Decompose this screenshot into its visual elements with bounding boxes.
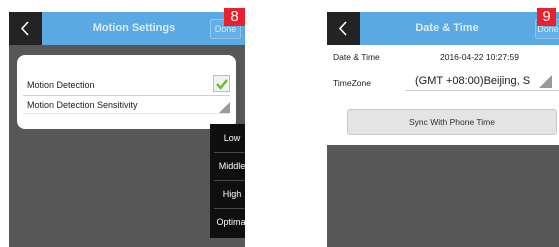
motion-detection-checkbox[interactable]	[213, 75, 230, 92]
step-badge: 8	[224, 8, 245, 26]
timezone-underline	[405, 90, 559, 91]
date-time-label: Date & Time	[333, 52, 380, 62]
timezone-label: TimeZone	[333, 78, 371, 88]
page-title: Motion Settings	[92, 22, 176, 34]
chevron-left-icon	[20, 21, 29, 36]
checkmark-icon	[216, 79, 228, 90]
dropdown-option-low[interactable]: Low	[210, 124, 245, 152]
date-time-value: 2016-04-22 10:27:59	[440, 52, 519, 62]
row-divider	[23, 95, 230, 96]
title-bar: Motion Settings Done	[9, 12, 245, 45]
dropdown-option-middle[interactable]: Middle	[210, 152, 245, 180]
timezone-select[interactable]: (GMT +08:00)Beijing, S	[415, 75, 530, 87]
back-button[interactable]	[9, 12, 42, 45]
date-time-screen: Date & Time Done Date & Time 2016-04-22 …	[327, 12, 559, 247]
row-divider	[23, 113, 230, 114]
date-time-panel: Date & Time 2016-04-22 10:27:59 TimeZone…	[327, 45, 559, 145]
page-title: Date & Time	[415, 22, 479, 34]
motion-settings-screen: Motion Settings Done Motion Detection Mo…	[9, 12, 245, 247]
sync-with-phone-time-button[interactable]: Sync With Phone Time	[347, 109, 557, 135]
dropdown-option-high[interactable]: High	[210, 180, 245, 208]
back-button[interactable]	[327, 12, 360, 45]
motion-settings-card: Motion Detection Motion Detection Sensit…	[17, 55, 236, 129]
dropdown-option-optimal[interactable]: Optimal	[210, 208, 245, 236]
step-badge: 9	[537, 8, 556, 26]
sensitivity-dropdown: Low Middle High Optimal	[210, 124, 245, 238]
motion-detection-label: Motion Detection	[27, 80, 95, 90]
title-bar: Date & Time Done	[327, 12, 559, 45]
sensitivity-label[interactable]: Motion Detection Sensitivity	[27, 100, 138, 110]
chevron-left-icon	[338, 21, 347, 36]
dropdown-corner-icon[interactable]	[539, 75, 552, 88]
